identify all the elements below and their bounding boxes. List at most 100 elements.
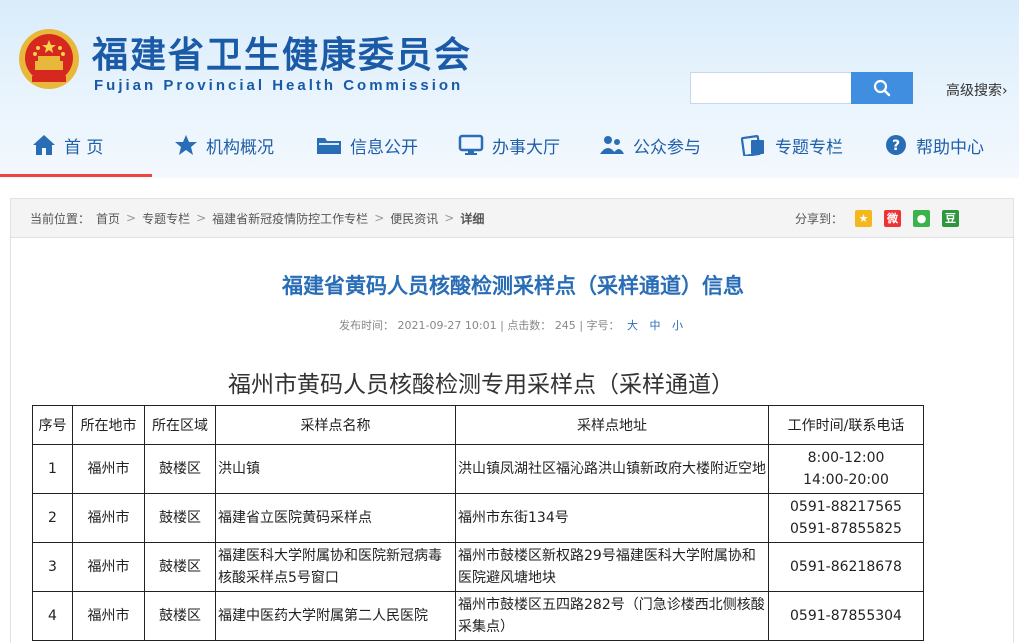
column-header: 采样点地址 — [455, 405, 769, 445]
breadcrumb: 当前位置： 首页 > 专题专栏 > 福建省新冠疫情防控工作专栏 > 便民资讯 >… — [10, 198, 1014, 238]
search-input[interactable] — [690, 72, 852, 104]
column-header: 工作时间/联系电话 — [768, 405, 924, 445]
nav-label: 办事大厅 — [492, 137, 560, 158]
search-button[interactable] — [851, 72, 913, 104]
breadcrumb-separator: > — [126, 211, 137, 225]
cell-address: 福州市鼓楼区新权路29号福建医科大学附属协和医院避风塘地块 — [455, 542, 769, 592]
contact-line: 0591-87855825 — [790, 521, 902, 537]
qzone-icon[interactable]: ★ — [855, 209, 872, 227]
cell-name: 福建中医药大学附属第二人民医院 — [215, 591, 456, 641]
nav-item-help[interactable]: ? 帮助中心 — [884, 122, 984, 168]
nav-item-info[interactable]: 信息公开 — [316, 122, 418, 168]
table-row: 2 福州市 鼓楼区 福建省立医院黄码采样点 福州市东街134号 0591-882… — [32, 493, 924, 543]
cell-contact: 0591-88217565 0591-87855825 — [768, 493, 924, 543]
table-row: 3 福州市 鼓楼区 福建医科大学附属协和医院新冠病毒核酸采样点5号窗口 福州市鼓… — [32, 542, 924, 592]
cell-no: 1 — [32, 444, 73, 494]
breadcrumb-separator: > — [196, 211, 207, 225]
table-heading: 福州市黄码人员核酸检测专用采样点（采样通道） — [228, 372, 734, 398]
contact-line: 8:00-12:00 — [807, 450, 885, 466]
breadcrumb-separator: > — [444, 211, 455, 225]
breadcrumb-separator: > — [374, 211, 385, 225]
breadcrumb-item-covid-column[interactable]: 福建省新冠疫情防控工作专栏 — [212, 210, 368, 227]
cell-name: 洪山镇 — [215, 444, 456, 494]
contact-line: 0591-86218678 — [790, 559, 902, 575]
nav-item-participation[interactable]: 公众参与 — [599, 122, 701, 168]
cell-district: 鼓楼区 — [144, 493, 216, 543]
cell-address: 福州市东街134号 — [455, 493, 769, 543]
nav-label: 首 页 — [64, 137, 104, 158]
svg-text:?: ? — [892, 138, 900, 154]
cell-no: 4 — [32, 591, 73, 641]
cell-name: 福建医科大学附属协和医院新冠病毒核酸采样点5号窗口 — [215, 542, 456, 592]
publish-time: 2021-09-27 10:01 — [397, 319, 497, 332]
main-nav: 首 页 机构概况 信息公开 办事大厅 公众参与 专题专栏 ? 帮助中心 — [0, 122, 1019, 178]
cell-city: 福州市 — [72, 542, 145, 592]
nav-item-topics[interactable]: 专题专栏 — [741, 122, 843, 168]
breadcrumb-item-topics[interactable]: 专题专栏 — [142, 210, 190, 227]
column-header: 所在地市 — [72, 405, 145, 445]
home-icon — [33, 135, 55, 155]
nav-label: 信息公开 — [350, 137, 418, 158]
cell-contact: 8:00-12:00 14:00-20:00 — [768, 444, 924, 494]
breadcrumb-item-public-info[interactable]: 便民资讯 — [390, 210, 438, 227]
nav-item-services[interactable]: 办事大厅 — [458, 122, 560, 168]
advanced-search-link[interactable]: 高级搜索› — [946, 80, 1008, 100]
cell-district: 鼓楼区 — [144, 444, 216, 494]
clicks-label: 点击数： — [507, 319, 552, 332]
column-header: 序号 — [32, 405, 73, 445]
nav-item-home[interactable]: 首 页 — [32, 122, 103, 168]
folder-icon — [317, 138, 341, 154]
breadcrumb-item-detail: 详细 — [460, 211, 485, 226]
nav-item-about[interactable]: 机构概况 — [174, 122, 274, 168]
cell-address: 福州市鼓楼区五四路282号（门急诊楼西北侧核酸采集点） — [455, 591, 769, 641]
douban-icon[interactable]: 豆 — [942, 209, 959, 227]
people-icon — [600, 136, 624, 154]
font-size-medium[interactable]: 中 — [650, 319, 661, 332]
contact-line: 0591-87855304 — [790, 608, 902, 624]
font-size-label: 字号： — [586, 319, 620, 332]
star-icon — [175, 135, 197, 155]
breadcrumb-prefix: 当前位置： — [30, 211, 91, 226]
font-size-large[interactable]: 大 — [627, 319, 638, 332]
table-row: 4 福州市 鼓楼区 福建中医药大学附属第二人民医院 福州市鼓楼区五四路282号（… — [32, 591, 924, 641]
cell-district: 鼓楼区 — [144, 542, 216, 592]
search-icon — [873, 79, 891, 97]
share-label: 分享到： — [794, 211, 843, 226]
nav-active-indicator — [0, 174, 152, 177]
clicks-count: 245 — [554, 319, 576, 332]
breadcrumb-item-home[interactable]: 首页 — [96, 210, 120, 227]
column-header: 采样点名称 — [215, 405, 456, 445]
weibo-icon[interactable]: 微 — [884, 209, 901, 227]
topic-icon — [741, 135, 764, 156]
nav-label: 机构概况 — [206, 137, 274, 158]
publish-label: 发布时间： — [338, 319, 394, 332]
cell-no: 2 — [32, 493, 73, 543]
contact-line: 14:00-20:00 — [803, 472, 889, 488]
cell-district: 鼓楼区 — [144, 591, 216, 641]
cell-no: 3 — [32, 542, 73, 592]
cell-address: 洪山镇凤湖社区福沁路洪山镇新政府大楼附近空地 — [455, 444, 769, 494]
table-row: 1 福州市 鼓楼区 洪山镇 洪山镇凤湖社区福沁路洪山镇新政府大楼附近空地 8:0… — [32, 444, 924, 494]
site-title: 福建省卫生健康委员会 — [92, 35, 473, 76]
article-meta: 发布时间： 2021-09-27 10:01 | 点击数： 245 | 字号： … — [338, 319, 684, 332]
nav-label: 公众参与 — [633, 137, 701, 158]
cell-city: 福州市 — [72, 493, 145, 543]
nav-label: 专题专栏 — [775, 137, 843, 158]
font-size-small[interactable]: 小 — [672, 319, 683, 332]
nav-label: 帮助中心 — [916, 137, 984, 158]
sampling-sites-table: 序号 所在地市 所在区域 采样点名称 采样点地址 工作时间/联系电话 1 福州市… — [32, 405, 924, 641]
article-content: 福建省黄码人员核酸检测采样点（采样通道）信息 发布时间： 2021-09-27 … — [10, 238, 1014, 643]
column-header: 所在区域 — [144, 405, 216, 445]
cell-name: 福建省立医院黄码采样点 — [215, 493, 456, 543]
cell-city: 福州市 — [72, 591, 145, 641]
contact-line: 0591-88217565 — [790, 499, 902, 515]
cell-city: 福州市 — [72, 444, 145, 494]
cell-contact: 0591-86218678 — [768, 542, 924, 592]
help-icon: ? — [886, 135, 906, 155]
national-emblem-icon — [19, 29, 79, 89]
share-bar: 分享到： ★ 微 ● 豆 — [795, 199, 965, 237]
wechat-icon[interactable]: ● — [913, 209, 930, 227]
table-header-row: 序号 所在地市 所在区域 采样点名称 采样点地址 工作时间/联系电话 — [32, 405, 924, 445]
monitor-icon — [458, 134, 484, 155]
article-title: 福建省黄码人员核酸检测采样点（采样通道）信息 — [282, 274, 744, 298]
